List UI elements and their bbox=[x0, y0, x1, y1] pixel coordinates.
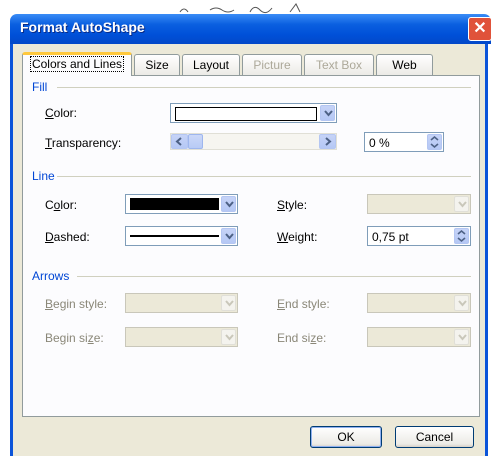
chevron-down-icon bbox=[225, 233, 234, 240]
tab-web[interactable]: Web bbox=[376, 54, 433, 75]
spin-arrows-icon bbox=[430, 135, 439, 149]
slider-thumb[interactable] bbox=[188, 134, 203, 149]
spin-arrows-icon bbox=[457, 229, 466, 243]
chevron-down-icon bbox=[225, 300, 234, 307]
spin-buttons[interactable] bbox=[427, 134, 442, 150]
tab-size[interactable]: Size bbox=[134, 54, 180, 75]
fill-color-dropdown[interactable] bbox=[170, 103, 337, 123]
end-size-dropdown bbox=[367, 327, 471, 347]
ok-button[interactable]: OK bbox=[310, 426, 382, 448]
arrow-right-icon bbox=[325, 137, 332, 146]
arrow-left-icon bbox=[175, 137, 182, 146]
begin-size-dropdown bbox=[125, 327, 238, 347]
fill-color-label: Color: bbox=[45, 106, 78, 120]
cancel-button[interactable]: Cancel bbox=[395, 426, 474, 448]
title-bar[interactable]: Format AutoShape ✕ bbox=[10, 14, 491, 44]
chevron-down-icon bbox=[324, 110, 333, 117]
tab-layout[interactable]: Layout bbox=[182, 54, 240, 75]
end-style-dropdown bbox=[367, 293, 471, 313]
begin-style-dropdown bbox=[125, 293, 238, 313]
line-color-swatch bbox=[130, 198, 219, 210]
dropdown-button bbox=[221, 329, 236, 345]
dash-sample bbox=[130, 235, 219, 237]
section-fill: Fill bbox=[32, 80, 48, 94]
line-style-label: Style: bbox=[277, 198, 308, 212]
spin-buttons[interactable] bbox=[454, 228, 469, 244]
line-color-label: Color: bbox=[45, 198, 78, 212]
chevron-down-icon bbox=[458, 334, 467, 341]
section-line: Line bbox=[32, 169, 55, 183]
transparency-value: 0 % bbox=[369, 136, 390, 150]
scroll-right-button[interactable] bbox=[319, 134, 336, 149]
section-arrows: Arrows bbox=[32, 269, 70, 283]
transparency-label: Transparency: bbox=[45, 136, 122, 150]
tab-text-box: Text Box bbox=[304, 54, 374, 75]
dropdown-button[interactable] bbox=[320, 105, 335, 121]
tab-picture: Picture bbox=[242, 54, 302, 75]
dropdown-button[interactable] bbox=[221, 228, 236, 244]
tab-label: Web bbox=[392, 58, 417, 72]
chevron-down-icon bbox=[225, 334, 234, 341]
line-color-dropdown[interactable] bbox=[125, 194, 238, 214]
transparency-slider[interactable] bbox=[170, 133, 337, 150]
dialog-body: Colors and Lines Size Layout Picture Tex… bbox=[10, 44, 488, 456]
chevron-down-icon bbox=[458, 300, 467, 307]
dialog-title: Format AutoShape bbox=[20, 19, 145, 35]
weight-label: Weight: bbox=[277, 230, 318, 244]
format-autoshape-dialog: Format AutoShape ✕ Colors and Lines Size… bbox=[10, 14, 491, 456]
fill-color-swatch bbox=[175, 107, 317, 121]
close-icon: ✕ bbox=[473, 20, 487, 37]
tab-colors-and-lines[interactable]: Colors and Lines bbox=[22, 52, 132, 76]
dropdown-button bbox=[454, 196, 469, 212]
divider bbox=[57, 176, 471, 177]
tab-label: Picture bbox=[253, 58, 291, 72]
tab-label: Size bbox=[145, 58, 169, 72]
tab-label: Colors and Lines bbox=[29, 56, 125, 72]
line-style-dropdown bbox=[367, 194, 471, 214]
end-size-label: End size: bbox=[277, 331, 327, 345]
divider bbox=[57, 87, 471, 88]
chevron-down-icon bbox=[458, 201, 467, 208]
dropdown-button[interactable] bbox=[221, 196, 236, 212]
dropdown-button bbox=[454, 329, 469, 345]
scroll-left-button[interactable] bbox=[171, 134, 188, 149]
tab-label: Text Box bbox=[315, 58, 363, 72]
dropdown-button bbox=[221, 295, 236, 311]
weight-spinner[interactable]: 0,75 pt bbox=[367, 226, 471, 246]
transparency-spinner[interactable]: 0 % bbox=[364, 132, 444, 152]
end-style-label: End style: bbox=[277, 297, 330, 311]
divider bbox=[77, 276, 471, 277]
begin-style-label: Begin style: bbox=[45, 297, 108, 311]
tab-label: Layout bbox=[192, 58, 230, 72]
begin-size-label: Begin size: bbox=[45, 331, 104, 345]
weight-value: 0,75 pt bbox=[372, 230, 409, 244]
dashed-dropdown[interactable] bbox=[125, 226, 238, 246]
dashed-label: Dashed: bbox=[45, 230, 90, 244]
chevron-down-icon bbox=[225, 201, 234, 208]
close-button[interactable]: ✕ bbox=[468, 17, 491, 41]
dropdown-button bbox=[454, 295, 469, 311]
tab-panel: Fill Color: Transparency: 0 % Line Color… bbox=[22, 75, 480, 417]
